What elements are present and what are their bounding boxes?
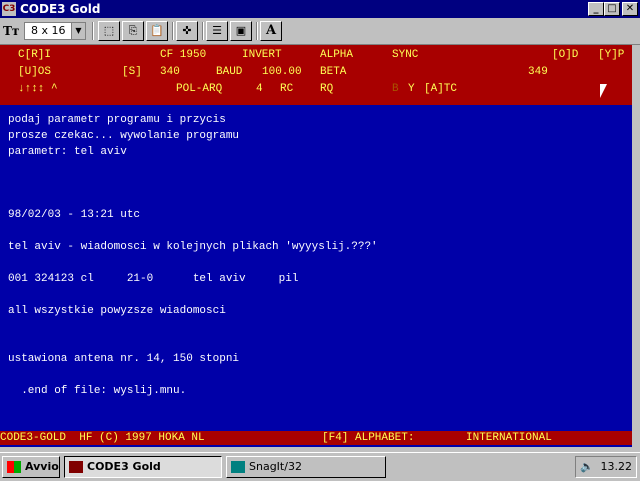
fullscreen-icon: ✜ (182, 24, 192, 37)
maximize-button[interactable]: □ (604, 2, 620, 16)
copy-button[interactable]: ⎘ (122, 21, 144, 41)
status-s: [S] (122, 66, 142, 78)
terminal-line: podaj parametr programu i przycis (8, 114, 226, 126)
status-uos: [U]OS (18, 66, 52, 78)
status-pol-arq: POL-ARQ (176, 83, 223, 95)
mark-icon: ⬚ (103, 24, 115, 37)
status-invert: INVERT (242, 49, 282, 61)
status-349: 349 (528, 66, 548, 78)
mark-button[interactable]: ⬚ (98, 21, 120, 41)
background-icon: ▣ (235, 24, 247, 37)
start-button[interactable]: Avvio (2, 456, 60, 478)
status-sync: SYNC (392, 49, 419, 61)
title-bar: C3 CODE3 Gold _ □ ✕ (0, 0, 640, 18)
status-alpha: ALPHA (320, 49, 354, 61)
window-border-right (632, 45, 640, 447)
terminal-screen[interactable]: C[R]I CF 1950 INVERT ALPHA SYNC [O]D [Y]… (0, 45, 632, 447)
taskbar-item-code3[interactable]: CODE3 Gold (64, 456, 222, 478)
status-panel: C[R]I CF 1950 INVERT ALPHA SYNC [O]D [Y]… (0, 45, 632, 105)
status-baud-value: 100.00 (262, 66, 302, 78)
background-button[interactable]: ▣ (230, 21, 252, 41)
status-cri: C[R]I (18, 49, 52, 61)
status-arrows: ↓↑↕↕ ^ (18, 83, 58, 95)
footer-alphabet-label: [F4] ALPHABET: (322, 432, 415, 444)
properties-icon: ☰ (212, 24, 222, 37)
terminal-line: tel aviv - wiadomosci w kolejnych plikac… (8, 241, 378, 253)
paste-icon: 📋 (150, 24, 164, 37)
status-atc: [A]TC (424, 83, 458, 95)
status-yp: [Y]P (598, 49, 625, 61)
status-cf: CF 1950 (160, 49, 207, 61)
toolbar-separator (92, 22, 94, 40)
mouse-pointer-icon (600, 84, 611, 98)
start-label: Avvio (25, 460, 59, 473)
status-rc: RC (280, 83, 294, 95)
status-340: 340 (160, 66, 180, 78)
terminal-line: ustawiona antena nr. 14, 150 stopni (8, 353, 240, 365)
terminal-footer-bar: CODE3-GOLD HF (C) 1997 HOKA NL [F4] ALPH… (0, 431, 632, 445)
status-4: 4 (256, 83, 263, 95)
status-rq: RQ (320, 83, 334, 95)
truetype-font-icon: Tт (3, 24, 20, 38)
toolbar-separator (256, 22, 258, 40)
status-od: [O]D (552, 49, 579, 61)
code3-app-icon (69, 461, 83, 473)
task-label: SnagIt/32 (249, 460, 302, 473)
status-baud: BAUD (216, 66, 243, 78)
system-tray: 🔈 13.22 (575, 456, 637, 478)
clock[interactable]: 13.22 (601, 457, 633, 477)
terminal-line: 98/02/03 - 13:21 utc (8, 209, 141, 221)
app-icon[interactable]: C3 (2, 2, 16, 16)
font-button[interactable]: A (260, 21, 282, 41)
font-size-select[interactable]: 8 x 16 ▼ (24, 22, 86, 40)
taskbar-item-snagit[interactable]: SnagIt/32 (226, 456, 386, 478)
snagit-app-icon (231, 461, 245, 473)
footer-copyright: CODE3-GOLD HF (C) 1997 HOKA NL (0, 432, 205, 444)
toolbar-separator (172, 22, 174, 40)
close-button[interactable]: ✕ (622, 2, 638, 16)
windows-logo-icon (7, 461, 21, 473)
status-b: B (392, 83, 399, 95)
footer-alphabet-value: INTERNATIONAL (466, 432, 552, 444)
terminal-line: parametr: tel aviv (8, 146, 127, 158)
font-size-value: 8 x 16 (31, 24, 66, 37)
properties-button[interactable]: ☰ (206, 21, 228, 41)
toolbar: Tт 8 x 16 ▼ ⬚ ⎘ 📋 ✜ ☰ ▣ A (0, 18, 640, 45)
terminal-line: 001 324123 cl 21-0 tel aviv pil (8, 273, 299, 285)
task-label: CODE3 Gold (87, 460, 161, 473)
status-beta: BETA (320, 66, 347, 78)
toolbar-separator (202, 22, 204, 40)
terminal-line: all wszystkie powyzsze wiadomosci (8, 305, 226, 317)
speaker-icon[interactable]: 🔈 (580, 457, 594, 477)
fullscreen-button[interactable]: ✜ (176, 21, 198, 41)
minimize-button[interactable]: _ (588, 2, 604, 16)
window-title: CODE3 Gold (20, 2, 101, 16)
terminal-line: .end of file: wyslij.mnu. (8, 385, 187, 397)
copy-icon: ⎘ (128, 24, 138, 37)
status-y: Y (408, 83, 415, 95)
taskbar: Avvio CODE3 Gold SnagIt/32 🔈 13.22 (0, 452, 640, 481)
chevron-down-icon[interactable]: ▼ (71, 23, 85, 39)
terminal-line: prosze czekac... wywolanie programu (8, 130, 240, 142)
font-icon: A (265, 23, 277, 38)
paste-button[interactable]: 📋 (146, 21, 168, 41)
